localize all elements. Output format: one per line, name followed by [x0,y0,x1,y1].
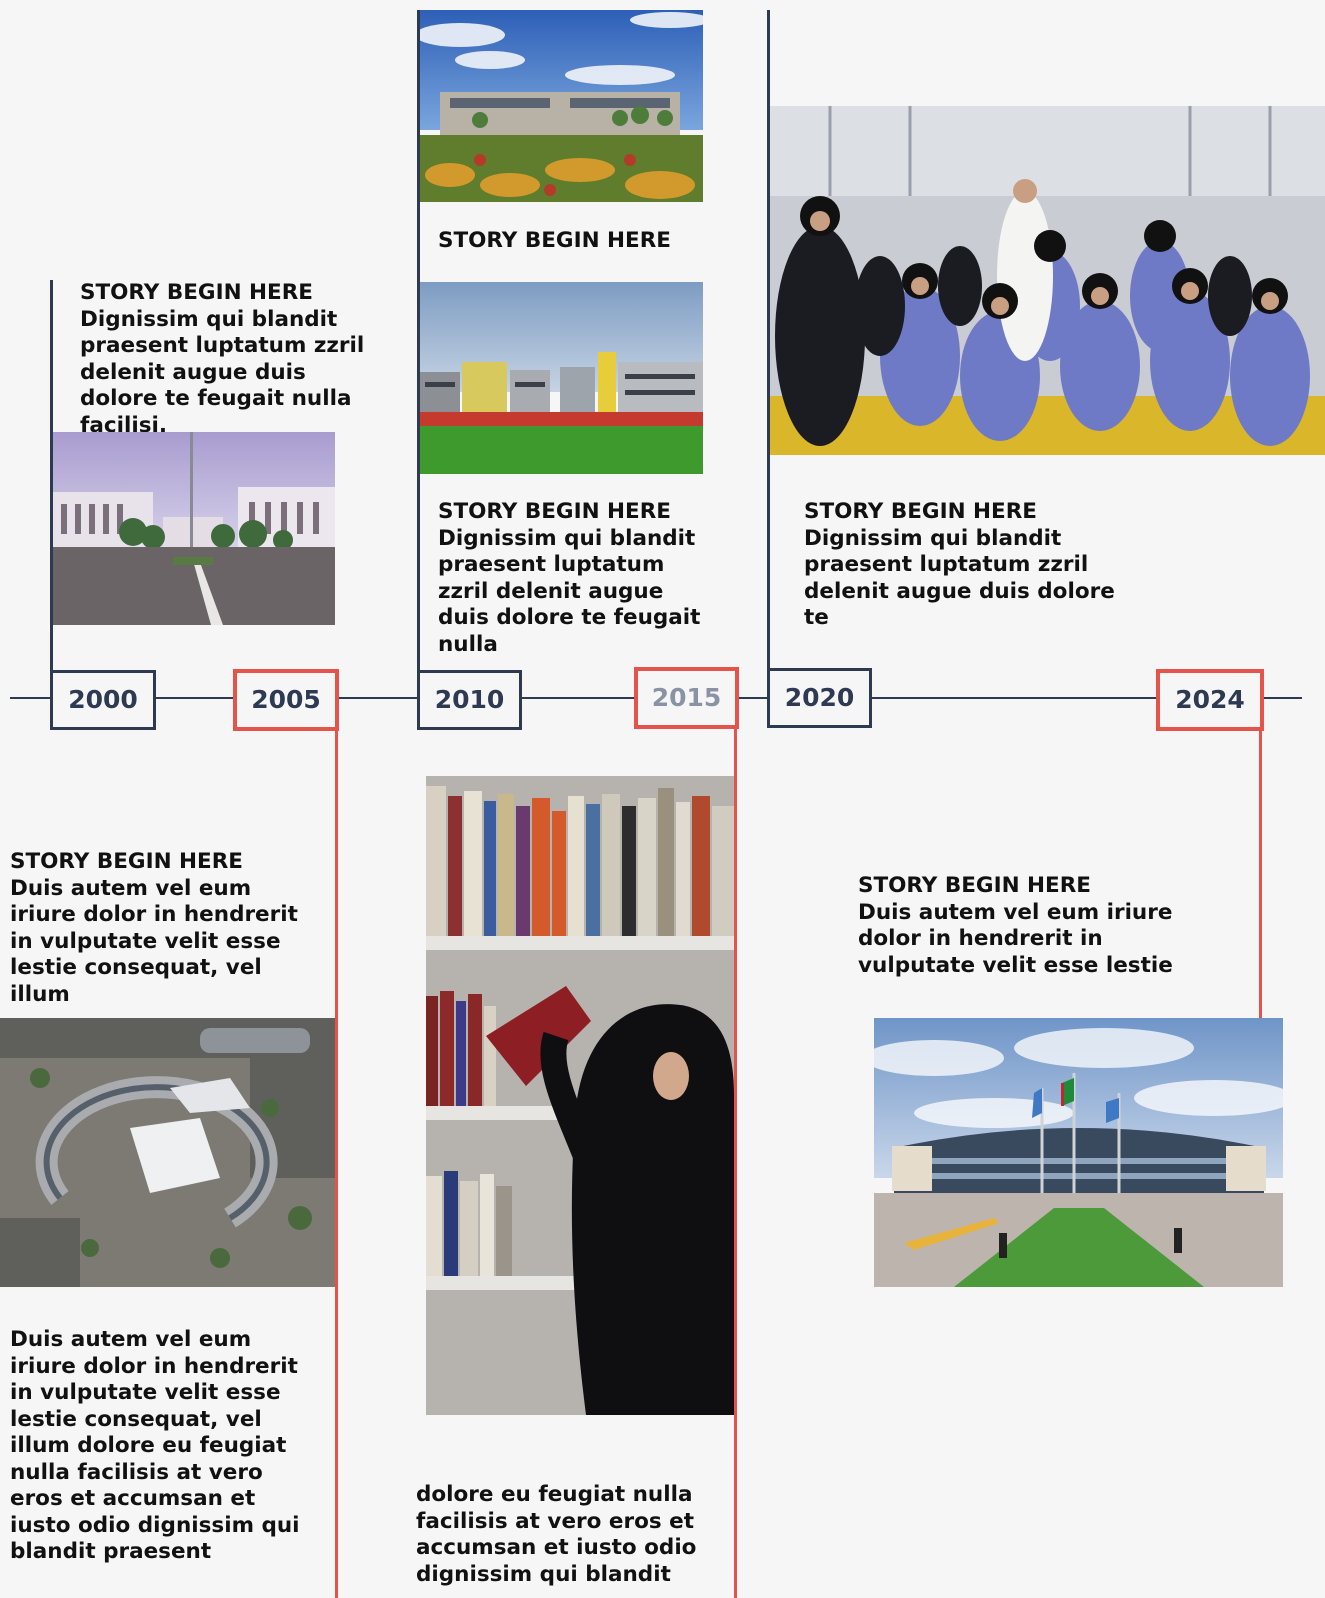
story-2005: STORY BEGIN HERE Duis autem vel eum iriu… [10,849,315,1008]
year-marker-2010[interactable]: 2010 [417,670,522,730]
story-2020: STORY BEGIN HERE Dignissim qui blandit p… [804,499,1134,632]
campus-boulevard-photo [53,432,335,625]
campus-buildings-photo [420,282,703,474]
year-marker-2005[interactable]: 2005 [233,669,339,731]
story-body: Duis autem vel eum iriure dolor in hendr… [858,899,1173,978]
story-2010: STORY BEGIN HERE Dignissim qui blandit p… [438,499,713,658]
story-2010-caption: STORY BEGIN HERE [438,228,671,253]
campus-panorama-photo [420,10,703,202]
story-heading: STORY BEGIN HERE [858,873,1091,898]
story-2005-more: Duis autem vel eum iriure dolor in hendr… [10,1327,300,1564]
story-body: Dignissim qui blandit praesent luptatum … [438,525,701,657]
connector-2005 [335,720,338,1598]
campus-entrance-flags-photo [874,1018,1283,1287]
story-body: Dignissim qui blandit praesent luptatum … [804,525,1115,631]
year-marker-2000[interactable]: 2000 [50,670,156,730]
story-2000: STORY BEGIN HERE Dignissim qui blandit p… [80,280,370,432]
year-marker-2024[interactable]: 2024 [1156,669,1264,731]
connector-2015 [734,720,737,1598]
library-student-photo [426,776,734,1415]
story-heading: STORY BEGIN HERE [80,280,313,305]
story-heading: STORY BEGIN HERE [804,499,1037,524]
story-heading: STORY BEGIN HERE [438,499,671,524]
story-heading: STORY BEGIN HERE [10,849,243,874]
story-2024: STORY BEGIN HERE Duis autem vel eum iriu… [858,873,1178,979]
story-body: Duis autem vel eum iriure dolor in hendr… [10,875,298,1007]
year-marker-2020[interactable]: 2020 [767,668,872,728]
year-marker-2015[interactable]: 2015 [634,667,739,729]
students-group-photo [770,106,1325,455]
story-body: Dignissim qui blandit praesent luptatum … [80,306,365,433]
story-2015-more: dolore eu feugiat nulla facilisis at ver… [416,1482,697,1587]
aerial-campus-photo [0,1018,335,1287]
